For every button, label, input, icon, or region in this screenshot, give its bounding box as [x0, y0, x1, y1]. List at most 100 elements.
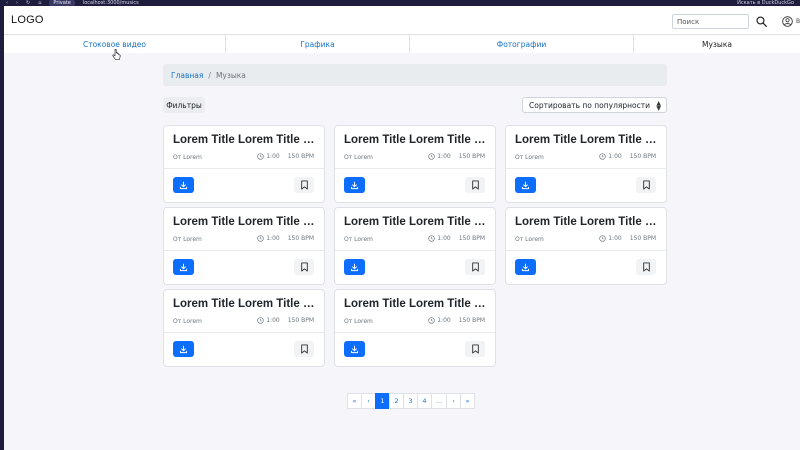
breadcrumb: Главная / Музыка	[163, 64, 667, 86]
track-card[interactable]: Lorem Title Lorem Title Lorem Title От Lo…	[334, 207, 496, 285]
card-divider	[164, 250, 324, 251]
track-duration: 1:00	[608, 235, 622, 242]
download-icon	[350, 181, 359, 189]
tab-graphics[interactable]: Графика	[226, 35, 410, 53]
track-title[interactable]: Lorem Title Lorem Title Lorem Title	[344, 134, 490, 146]
track-author: От Lorem	[173, 236, 202, 243]
track-duration: 1:00	[437, 317, 451, 324]
page-next[interactable]: ›	[446, 393, 461, 409]
track-meta: 1:00 150 BPM	[428, 153, 485, 160]
select-caret-icon: ▲ ▼	[656, 100, 661, 112]
bookmark-icon	[300, 344, 308, 354]
download-button[interactable]	[515, 177, 536, 193]
download-button[interactable]	[344, 177, 365, 193]
bookmark-icon	[300, 180, 308, 190]
track-bpm: 150 BPM	[287, 317, 314, 324]
download-button[interactable]	[173, 259, 194, 275]
site-logo[interactable]: LOGO	[11, 14, 44, 26]
track-title[interactable]: Lorem Title Lorem Title Lorem Title	[344, 216, 490, 228]
track-duration: 1:00	[266, 317, 280, 324]
bookmark-button[interactable]	[294, 341, 314, 357]
track-author: От Lorem	[173, 154, 202, 161]
search-input[interactable]	[672, 14, 749, 29]
track-card[interactable]: Lorem Title Lorem Title Lorem Title От Lo…	[334, 289, 496, 367]
clock-icon	[257, 235, 264, 242]
track-card[interactable]: Lorem Title Lorem Title Lorem Title От Lo…	[163, 125, 325, 203]
breadcrumb-current: Музыка	[215, 70, 246, 80]
page-first[interactable]: «	[347, 393, 362, 409]
clock-icon	[428, 153, 435, 160]
card-divider	[335, 332, 495, 333]
user-icon	[782, 15, 793, 27]
card-divider	[335, 250, 495, 251]
download-icon	[350, 345, 359, 353]
bookmark-button[interactable]	[294, 259, 314, 275]
download-icon	[179, 263, 188, 271]
page-4[interactable]: 4	[417, 393, 432, 409]
track-meta: 1:00 150 BPM	[428, 235, 485, 242]
track-bpm: 150 BPM	[458, 235, 485, 242]
bookmark-button[interactable]	[636, 177, 656, 193]
bookmark-button[interactable]	[465, 341, 485, 357]
bookmark-icon	[471, 180, 479, 190]
sort-select-value: Сортировать по популярности	[529, 100, 651, 110]
bookmark-button[interactable]	[465, 259, 485, 275]
track-meta: 1:00 150 BPM	[428, 317, 485, 324]
download-button[interactable]	[173, 341, 194, 357]
category-tabs: Стоковое видео Графика Фотографии Музыка	[4, 34, 800, 53]
bookmark-button[interactable]	[465, 177, 485, 193]
track-bpm: 150 BPM	[629, 153, 656, 160]
site-header: LOGO В	[4, 6, 800, 34]
clock-icon	[428, 235, 435, 242]
bookmark-icon	[471, 262, 479, 272]
card-divider	[164, 168, 324, 169]
track-title[interactable]: Lorem Title Lorem Title Lorem Title	[173, 298, 319, 310]
download-button[interactable]	[515, 259, 536, 275]
breadcrumb-home-link[interactable]: Главная	[171, 71, 203, 80]
track-card[interactable]: Lorem Title Lorem Title Lorem Title От Lo…	[505, 125, 667, 203]
user-label: В	[796, 17, 800, 25]
track-title[interactable]: Lorem Title Lorem Title Lorem Title	[173, 134, 319, 146]
download-button[interactable]	[173, 177, 194, 193]
card-divider	[506, 168, 666, 169]
download-icon	[179, 181, 188, 189]
download-icon	[521, 181, 530, 189]
page-prev[interactable]: ‹	[361, 393, 376, 409]
track-author: От Lorem	[515, 154, 544, 161]
search-button[interactable]	[754, 14, 768, 28]
clock-icon	[599, 235, 606, 242]
track-card[interactable]: Lorem Title Lorem Title Lorem Title От Lo…	[163, 207, 325, 285]
tab-photos[interactable]: Фотографии	[410, 35, 634, 53]
page-1[interactable]: 1	[375, 393, 390, 409]
track-author: От Lorem	[515, 236, 544, 243]
track-title[interactable]: Lorem Title Lorem Title Lorem Title	[344, 298, 490, 310]
track-author: От Lorem	[344, 318, 373, 325]
track-meta: 1:00 150 BPM	[257, 317, 314, 324]
track-card[interactable]: Lorem Title Lorem Title Lorem Title От Lo…	[334, 125, 496, 203]
sort-select[interactable]: Сортировать по популярности ▲ ▼	[522, 97, 667, 113]
page-last[interactable]: »	[460, 393, 475, 409]
bookmark-button[interactable]	[636, 259, 656, 275]
track-title[interactable]: Lorem Title Lorem Title Lorem Title	[515, 216, 661, 228]
filters-button[interactable]: Фильтры	[163, 97, 205, 113]
track-title[interactable]: Lorem Title Lorem Title Lorem Title	[173, 216, 319, 228]
page-3[interactable]: 3	[403, 393, 418, 409]
track-card[interactable]: Lorem Title Lorem Title Lorem Title От Lo…	[505, 207, 667, 285]
clock-icon	[599, 153, 606, 160]
user-menu-button[interactable]: В	[782, 14, 800, 28]
bookmark-button[interactable]	[294, 177, 314, 193]
track-meta: 1:00 150 BPM	[257, 235, 314, 242]
download-button[interactable]	[344, 259, 365, 275]
track-bpm: 150 BPM	[287, 153, 314, 160]
bookmark-icon	[642, 180, 650, 190]
clock-icon	[428, 317, 435, 324]
track-title[interactable]: Lorem Title Lorem Title Lorem Title	[515, 134, 661, 146]
bookmark-icon	[300, 262, 308, 272]
track-card[interactable]: Lorem Title Lorem Title Lorem Title От Lo…	[163, 289, 325, 367]
tab-music[interactable]: Музыка	[634, 35, 800, 53]
track-author: От Lorem	[344, 154, 373, 161]
track-duration: 1:00	[608, 153, 622, 160]
page-2[interactable]: 2	[389, 393, 404, 409]
download-button[interactable]	[344, 341, 365, 357]
card-divider	[335, 168, 495, 169]
